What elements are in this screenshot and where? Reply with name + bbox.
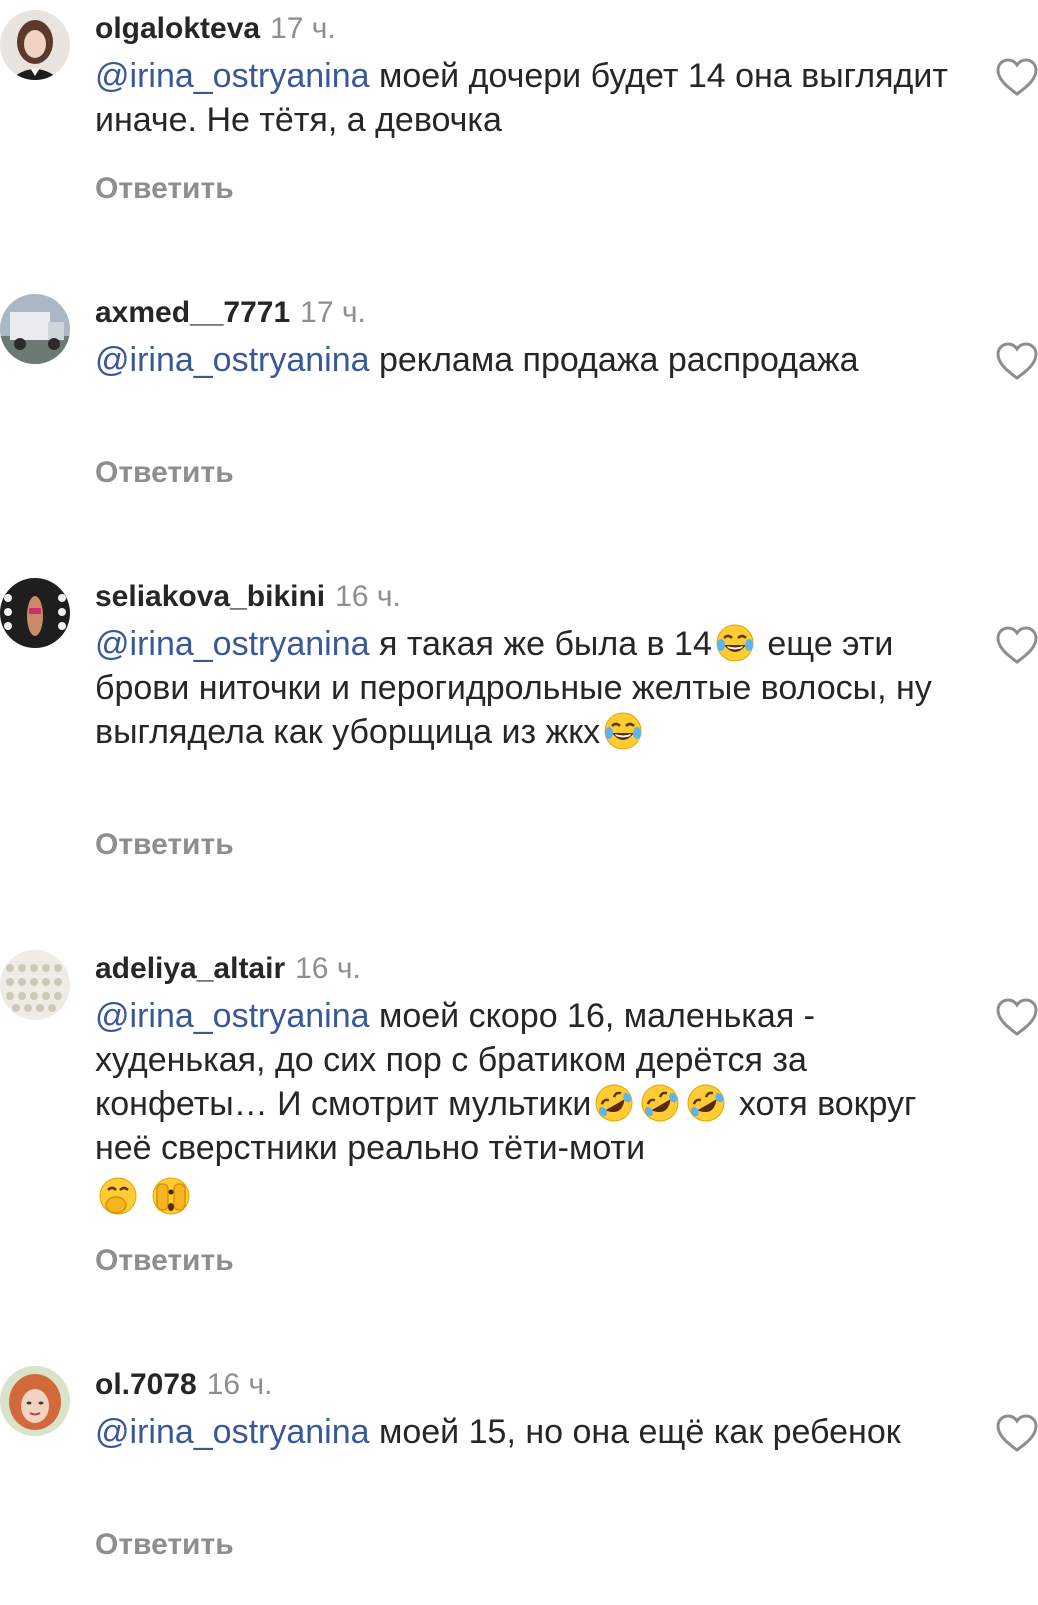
face-with-tears-of-joy-icon <box>603 711 643 751</box>
avatar[interactable] <box>0 1366 70 1436</box>
username[interactable]: ol.7078 <box>95 1368 197 1401</box>
comment-meta: adeliya_altair 16 ч. <box>95 952 361 991</box>
mention-link[interactable]: @irina_ostryanina <box>95 1413 370 1451</box>
heart-outline-icon[interactable] <box>996 58 1038 98</box>
mention-link[interactable]: @irina_ostryanina <box>95 57 370 95</box>
comment-text: @irina_ostryanina моей скоро 16, маленьк… <box>95 994 955 1219</box>
heart-outline-icon[interactable] <box>996 626 1038 666</box>
heart-outline-icon[interactable] <box>996 1414 1038 1454</box>
mention-link[interactable]: @irina_ostryanina <box>95 341 370 379</box>
timestamp: 16 ч. <box>206 1368 273 1401</box>
rolling-on-the-floor-laughing-icon <box>594 1083 634 1123</box>
face-with-hand-over-mouth-icon <box>98 1176 138 1216</box>
comment-text: @irina_ostryanina я такая же была в 14 е… <box>95 622 955 754</box>
mention-link[interactable]: @irina_ostryanina <box>95 625 370 663</box>
comment-text: @irina_ostryanina моей 15, но она ещё ка… <box>95 1410 955 1454</box>
face-with-peeking-eye-icon <box>151 1176 191 1216</box>
rolling-on-the-floor-laughing-icon <box>686 1083 726 1123</box>
comment-meta: axmed__7771 17 ч. <box>95 296 366 335</box>
reply-button[interactable]: Ответить <box>95 172 234 206</box>
comment-meta: seliakova_bikini 16 ч. <box>95 580 401 619</box>
timestamp: 16 ч. <box>295 952 361 985</box>
face-with-tears-of-joy-icon <box>715 623 755 663</box>
comment-body: реклама продажа распродажа <box>369 341 859 379</box>
avatar[interactable] <box>0 294 70 364</box>
comments-list: olgalokteva 17 ч. @irina_ostryanina моей … <box>0 0 1038 1605</box>
comment-text: @irina_ostryanina моей дочери будет 14 о… <box>95 54 955 142</box>
comment-meta: ol.7078 16 ч. <box>95 1368 272 1407</box>
avatar[interactable] <box>0 10 70 80</box>
avatar[interactable] <box>0 578 70 648</box>
comment-text: @irina_ostryanina реклама продажа распро… <box>95 338 955 382</box>
reply-button[interactable]: Ответить <box>95 456 234 490</box>
username[interactable]: axmed__7771 <box>95 296 290 329</box>
reply-button[interactable]: Ответить <box>95 1528 234 1562</box>
comment-body: моей 15, но она ещё как ребенок <box>369 1413 901 1451</box>
username[interactable]: adeliya_altair <box>95 952 285 985</box>
rolling-on-the-floor-laughing-icon <box>640 1083 680 1123</box>
heart-outline-icon[interactable] <box>996 342 1038 382</box>
username[interactable]: olgalokteva <box>95 12 260 45</box>
mention-link[interactable]: @irina_ostryanina <box>95 997 370 1035</box>
reply-button[interactable]: Ответить <box>95 1244 234 1278</box>
timestamp: 17 ч. <box>270 12 336 45</box>
avatar[interactable] <box>0 950 70 1020</box>
timestamp: 16 ч. <box>335 580 401 613</box>
comment-body-part-1: я такая же была в 14 <box>369 625 712 663</box>
timestamp: 17 ч. <box>300 296 366 329</box>
heart-outline-icon[interactable] <box>996 998 1038 1038</box>
reply-button[interactable]: Ответить <box>95 828 234 862</box>
username[interactable]: seliakova_bikini <box>95 580 325 613</box>
comment-meta: olgalokteva 17 ч. <box>95 12 336 51</box>
